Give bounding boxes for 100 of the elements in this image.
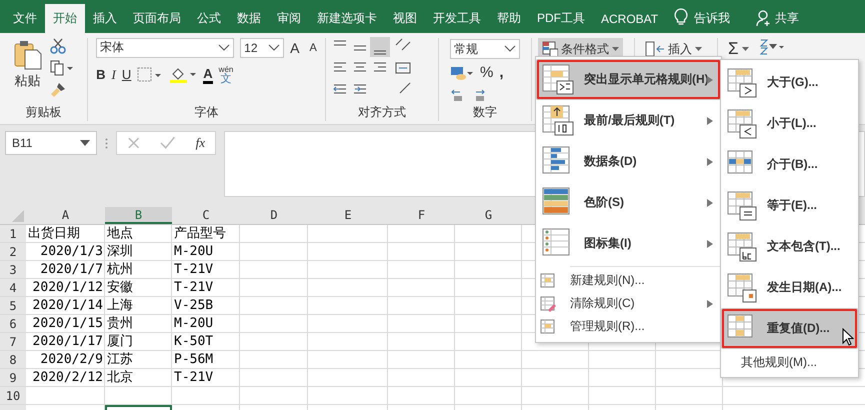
menu-item[interactable]: 色阶(S): [536, 182, 721, 223]
table-cell-text: T-21V: [173, 261, 214, 278]
row-header[interactable]: 5: [0, 297, 26, 314]
ribbon-tab[interactable]: PDF工具: [529, 4, 593, 33]
name-box[interactable]: B11: [5, 131, 97, 155]
menu-item[interactable]: 大于(G)...: [721, 62, 858, 103]
ribbon-tab[interactable]: 页面布局: [125, 4, 189, 33]
ribbon-tab[interactable]: 公式: [189, 4, 229, 33]
menu-item[interactable]: 重复值(D)...: [721, 308, 858, 349]
menu-item[interactable]: 等于(E)...: [721, 185, 858, 226]
rule-icon: [540, 272, 556, 288]
ribbon-tab[interactable]: 插入: [85, 4, 125, 33]
table-cell-text: 2020/1/17: [32, 333, 104, 350]
underline-button[interactable]: U: [122, 67, 132, 83]
currency-icon[interactable]: [450, 65, 474, 81]
phonetic-button[interactable]: wén 文: [218, 65, 234, 85]
rule-icon: [727, 232, 757, 262]
ribbon-tab[interactable]: 开始: [45, 4, 85, 33]
rule-icon: [727, 68, 757, 98]
menu-item[interactable]: 介于(B)...: [721, 144, 858, 185]
paste-button[interactable]: 粘贴: [14, 36, 42, 90]
ribbon-tab[interactable]: 新建选项卡: [309, 4, 385, 33]
group-label: 剪贴板: [26, 104, 62, 121]
table-cell-text: 出货日期: [27, 225, 81, 242]
lightbulb-icon: [674, 8, 688, 26]
table-cell-text: 杭州: [106, 261, 134, 278]
table-cell-text: M-20U: [173, 243, 214, 260]
table-cell-text: 2020/1/15: [32, 315, 104, 332]
rule-icon: [727, 108, 757, 138]
ribbon-tab[interactable]: ACROBAT: [593, 4, 666, 33]
ribbon-tab[interactable]: 文件: [5, 4, 45, 33]
caret-icon: [612, 47, 619, 51]
table-cell-text: 上海: [106, 297, 134, 314]
table-cell-text: 深圳: [106, 243, 134, 260]
menu-item[interactable]: 其他规则(M)...: [721, 349, 858, 375]
table-cell-text: 2020/1/12: [32, 279, 104, 296]
table-cell-text: K-50T: [173, 333, 214, 350]
menu-item[interactable]: 新建规则(N)...: [536, 269, 721, 292]
fill-color-icon[interactable]: [169, 66, 198, 84]
grow-font-button[interactable]: A: [290, 40, 300, 56]
group-label: 对齐方式: [358, 104, 406, 121]
check-icon[interactable]: [160, 136, 176, 150]
menu-item[interactable]: 数据条(D): [536, 141, 721, 182]
row-header[interactable]: 8: [0, 351, 26, 368]
chevron-down-icon[interactable]: [268, 44, 280, 52]
ribbon-tab[interactable]: 帮助: [489, 4, 529, 33]
mouse-pointer-icon: [842, 328, 854, 346]
menu-item[interactable]: 图标集(I): [536, 223, 721, 264]
row-header[interactable]: 3: [0, 261, 26, 278]
percent-button[interactable]: %: [480, 65, 494, 81]
ribbon-tab[interactable]: 审阅: [269, 4, 309, 33]
comma-button[interactable]: ,: [499, 65, 504, 81]
table-cell-text: 厦门: [106, 333, 134, 350]
rule-icon: [727, 190, 757, 220]
ribbon-tab[interactable]: 数据: [229, 4, 269, 33]
table-cell-text: 2020/1/3: [39, 243, 104, 260]
sort-filter-icon[interactable]: [758, 38, 785, 56]
row-header[interactable]: 6: [0, 315, 26, 332]
table-cell-text: 地点: [106, 225, 134, 242]
chevron-down-icon[interactable]: [504, 45, 516, 53]
table-cell-text: T-21V: [173, 279, 214, 296]
sum-button[interactable]: Σ: [724, 38, 753, 60]
menu-item[interactable]: 小于(L)...: [721, 103, 858, 144]
table-cell-text: 江苏: [106, 351, 134, 368]
shrink-font-button[interactable]: A: [306, 36, 317, 59]
bold-button[interactable]: B: [96, 67, 106, 83]
row-header[interactable]: 4: [0, 279, 26, 296]
border-icon[interactable]: [137, 67, 164, 83]
menu-item[interactable]: 文本包含(T)...: [721, 226, 858, 267]
menu-item[interactable]: 发生日期(A)...: [721, 267, 858, 308]
row-header[interactable]: 9: [0, 369, 26, 386]
caret-icon[interactable]: [80, 140, 90, 146]
insert-button[interactable]: 插入: [641, 38, 706, 60]
share-button[interactable]: 共享: [772, 4, 808, 33]
group-label: 数字: [473, 104, 497, 121]
ribbon-tab[interactable]: 视图: [385, 4, 425, 33]
menu-item[interactable]: 清除规则(C): [536, 292, 721, 315]
ribbon-tab[interactable]: 开发工具: [425, 4, 489, 33]
row-header[interactable]: 7: [0, 333, 26, 350]
chevron-down-icon[interactable]: [218, 44, 230, 52]
column-header[interactable]: B: [105, 207, 172, 224]
row-header[interactable]: 10: [0, 387, 26, 404]
scissors-icon[interactable]: [50, 38, 66, 54]
brush-icon[interactable]: [50, 82, 66, 98]
number-format-field[interactable]: 常规: [450, 39, 520, 59]
font-name-field[interactable]: 宋体: [96, 38, 234, 58]
font-size-field[interactable]: 12: [240, 38, 284, 58]
row-header[interactable]: 1: [0, 225, 26, 242]
table-cell-text: P-56M: [173, 351, 214, 368]
menu-item[interactable]: 最前/最后规则(T): [536, 100, 721, 141]
caret-icon: [742, 47, 749, 51]
rule-icon: [540, 296, 556, 312]
menu-item[interactable]: 管理规则(R)...: [536, 315, 721, 338]
insert-function-button[interactable]: fx: [196, 135, 205, 151]
row-header[interactable]: 2: [0, 243, 26, 260]
tell-me-button[interactable]: 告诉我: [690, 4, 738, 33]
copy-icon[interactable]: [50, 60, 74, 76]
italic-button[interactable]: I: [112, 67, 116, 83]
grip-icon[interactable]: [105, 138, 108, 149]
font-color-button[interactable]: A: [203, 66, 213, 84]
